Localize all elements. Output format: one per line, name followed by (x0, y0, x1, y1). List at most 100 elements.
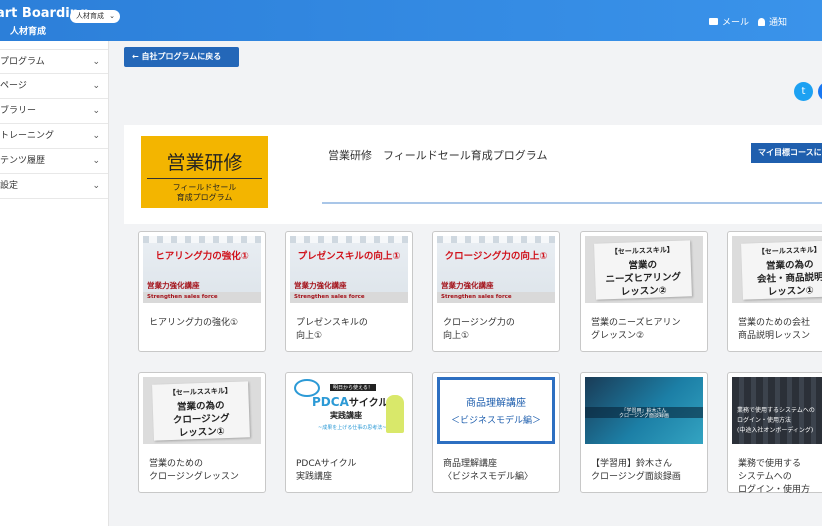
arrow-left-icon: ← (132, 52, 139, 61)
thumb-subheading: 営業力強化講座 (147, 281, 200, 290)
course-title-line: 商品説明レッスン (738, 331, 811, 341)
course-title-line: PDCAサイクル (296, 459, 357, 469)
course-title-line: クロージング面談録画 (591, 472, 681, 482)
thumb-heading-part: PDCA (312, 395, 349, 409)
thumb-subheading: ログイン・使用方法 (737, 417, 792, 424)
divider (147, 178, 262, 179)
course-title-line: 〈ビジネスモデル編〉 (443, 472, 534, 482)
thumb-heading: 業務で使用するシステムへの (737, 407, 815, 414)
thumb-paper: 【セールススキル】 営業の ニーズヒアリング レッスン② (594, 240, 692, 300)
chevron-down-icon: ⌄ (92, 156, 100, 166)
sidebar-item-program[interactable]: プログラム ⌄ (0, 49, 108, 74)
twitter-icon[interactable]: t (794, 82, 813, 101)
course-thumbnail: 「学習用」鈴木さん クロージング面談録画 (585, 377, 703, 444)
course-title: 【学習用】鈴木さん クロージング面談録画 (591, 458, 707, 484)
back-to-programs-button[interactable]: ← 自社プログラムに戻る (124, 47, 239, 67)
thumb-caption: 【セールススキル】 (757, 245, 821, 257)
course-card[interactable]: 【セールススキル】 営業の為の 会社・商品説明 レッスン① 営業のための会社 商品… (727, 231, 822, 352)
divider (322, 202, 822, 204)
bell-icon (758, 17, 765, 26)
course-thumbnail: 【セールススキル】 営業の為の クロージング レッスン① (143, 377, 261, 444)
app-brand-sub: 人材育成 (10, 27, 47, 37)
thumb-caption: Strengthen sales force (143, 292, 261, 303)
course-thumbnail: 【セールススキル】 営業の為の 会社・商品説明 レッスン① (732, 236, 822, 303)
course-card[interactable]: 明日から使える！ PDCAサイクル 実践講座 ~成果を上げる仕事の思考法~ PD… (285, 372, 413, 493)
course-card[interactable]: プレゼンスキルの向上① 営業力強化講座 Strengthen sales for… (285, 231, 413, 352)
course-card[interactable]: 【セールススキル】 営業の為の クロージング レッスン① 営業のためのクロージン… (138, 372, 266, 493)
course-title: PDCAサイクル 実践講座 (296, 458, 412, 484)
chevron-down-icon: ⌄ (92, 181, 100, 191)
course-card[interactable]: 【セールススキル】 営業の ニーズヒアリング レッスン② 営業のニーズヒアリング… (580, 231, 708, 352)
thumb-subheading: 営業力強化講座 (294, 281, 347, 290)
course-card[interactable]: 商品理解講座 ＜ビジネスモデル編＞ 商品理解講座 〈ビジネスモデル編〉 (432, 372, 560, 493)
course-title: プレゼンスキルの 向上① (296, 317, 412, 343)
thumb-caption: 明日から使える！ (330, 384, 376, 391)
mail-link[interactable]: メール (709, 15, 749, 28)
course-thumbnail: 業務で使用するシステムへの ログイン・使用方法 (中途入社オンボーディング) (732, 377, 822, 444)
my-goal-course-button[interactable]: マイ目標コースに (751, 143, 822, 163)
course-thumbnail: プレゼンスキルの向上① 営業力強化講座 Strengthen sales for… (290, 236, 408, 303)
thumb-caption: Strengthen sales force (290, 292, 408, 303)
thumb-subheading: 実践講座 (330, 411, 362, 420)
thumb-caption: 【セールススキル】 (610, 245, 674, 257)
sidebar-item-label: ブラリー (0, 106, 37, 116)
thumb-paper: 【セールススキル】 営業の為の クロージング レッスン① (152, 381, 250, 441)
sidebar-item-page[interactable]: ページ ⌄ (0, 74, 108, 99)
back-button-label: 自社プログラムに戻る (141, 52, 222, 61)
course-title: クロージング力の 向上① (443, 317, 559, 343)
course-title-line: 向上① (443, 331, 470, 341)
course-thumbnail: クロージング力の向上① 営業力強化講座 Strengthen sales for… (437, 236, 555, 303)
chevron-down-icon: ⌄ (92, 131, 100, 141)
course-title: 営業のための会社 商品説明レッスン (738, 317, 822, 343)
program-thumb-title: 営業研修 (166, 152, 243, 174)
course-title-line: 向上① (296, 331, 323, 341)
org-select[interactable]: 人材育成 ⌄ (70, 10, 120, 23)
thumb-decoration (143, 236, 261, 243)
thumb-heading-part: サイクル (348, 398, 389, 409)
thumb-heading: 商品理解講座 (466, 398, 526, 409)
program-title: 営業研修 フィールドセール育成プログラム (328, 149, 548, 162)
thumb-decoration (437, 236, 555, 243)
course-card[interactable]: 「学習用」鈴木さん クロージング面談録画 【学習用】鈴木さん クロージング面談録画 (580, 372, 708, 493)
course-title-line: プレゼンスキルの (296, 318, 368, 328)
course-title-line: 実践講座 (296, 472, 333, 482)
thumb-heading: PDCAサイクル (312, 394, 388, 409)
course-title-line: クロージングレッスン (149, 472, 239, 482)
course-title-line: 【学習用】鈴木さん (591, 459, 673, 469)
course-card[interactable]: クロージング力の向上① 営業力強化講座 Strengthen sales for… (432, 231, 560, 352)
thumb-paper: 【セールススキル】 営業の為の 会社・商品説明 レッスン① (741, 240, 822, 300)
chevron-down-icon: ⌄ (92, 57, 100, 67)
course-title-line: システムへの (738, 472, 792, 482)
course-title: 商品理解講座〈ビジネスモデル編〉 (443, 458, 559, 484)
sidebar-item-settings[interactable]: 設定 ⌄ (0, 174, 108, 199)
course-title-line: 営業のための (149, 459, 204, 469)
sidebar-item-label: 設定 (0, 181, 19, 191)
notification-link[interactable]: 通知 (758, 15, 787, 28)
course-title-line: 営業のニーズヒアリン (591, 318, 681, 328)
course-card[interactable]: 業務で使用するシステムへの ログイン・使用方法 (中途入社オンボーディング) 業… (727, 372, 822, 495)
course-title-line: 商品理解講座 (443, 459, 498, 469)
course-title: 営業のニーズヒアリン グレッスン② (591, 317, 707, 343)
org-select-value: 人材育成 (76, 12, 104, 20)
thumb-heading: クロージング力の向上① (444, 251, 548, 262)
course-title-line: グレッスン② (591, 331, 645, 341)
course-title-line: 営業のための会社 (738, 318, 811, 328)
course-thumbnail: ヒアリング力の強化① 営業力強化講座 Strengthen sales forc… (143, 236, 261, 303)
chevron-down-icon: ⌄ (92, 81, 100, 91)
sidebar-item-label: テンツ履歴 (0, 156, 46, 166)
sidebar-item-training[interactable]: トレーニング ⌄ (0, 124, 108, 149)
chevron-down-icon: ⌄ (92, 106, 100, 116)
course-thumbnail: 【セールススキル】 営業の ニーズヒアリング レッスン② (585, 236, 703, 303)
thumb-decoration (290, 236, 408, 243)
sidebar-item-content-history[interactable]: テンツ履歴 ⌄ (0, 149, 108, 174)
thumb-caption: Strengthen sales force (437, 292, 555, 303)
course-title: ヒアリング力の強化① (149, 317, 265, 330)
facebook-icon[interactable] (818, 82, 822, 101)
sidebar-item-library[interactable]: ブラリー ⌄ (0, 99, 108, 124)
thumb-caption: ~成果を上げる仕事の思考法~ (318, 425, 387, 431)
person-illustration (386, 395, 404, 433)
course-title: 業務で使用する システムへの ログイン・使用方 (738, 458, 822, 497)
thumb-caption: (中途入社オンボーディング) (737, 427, 814, 434)
course-card[interactable]: ヒアリング力の強化① 営業力強化講座 Strengthen sales forc… (138, 231, 266, 352)
course-thumbnail: 明日から使える！ PDCAサイクル 実践講座 ~成果を上げる仕事の思考法~ (290, 377, 408, 444)
